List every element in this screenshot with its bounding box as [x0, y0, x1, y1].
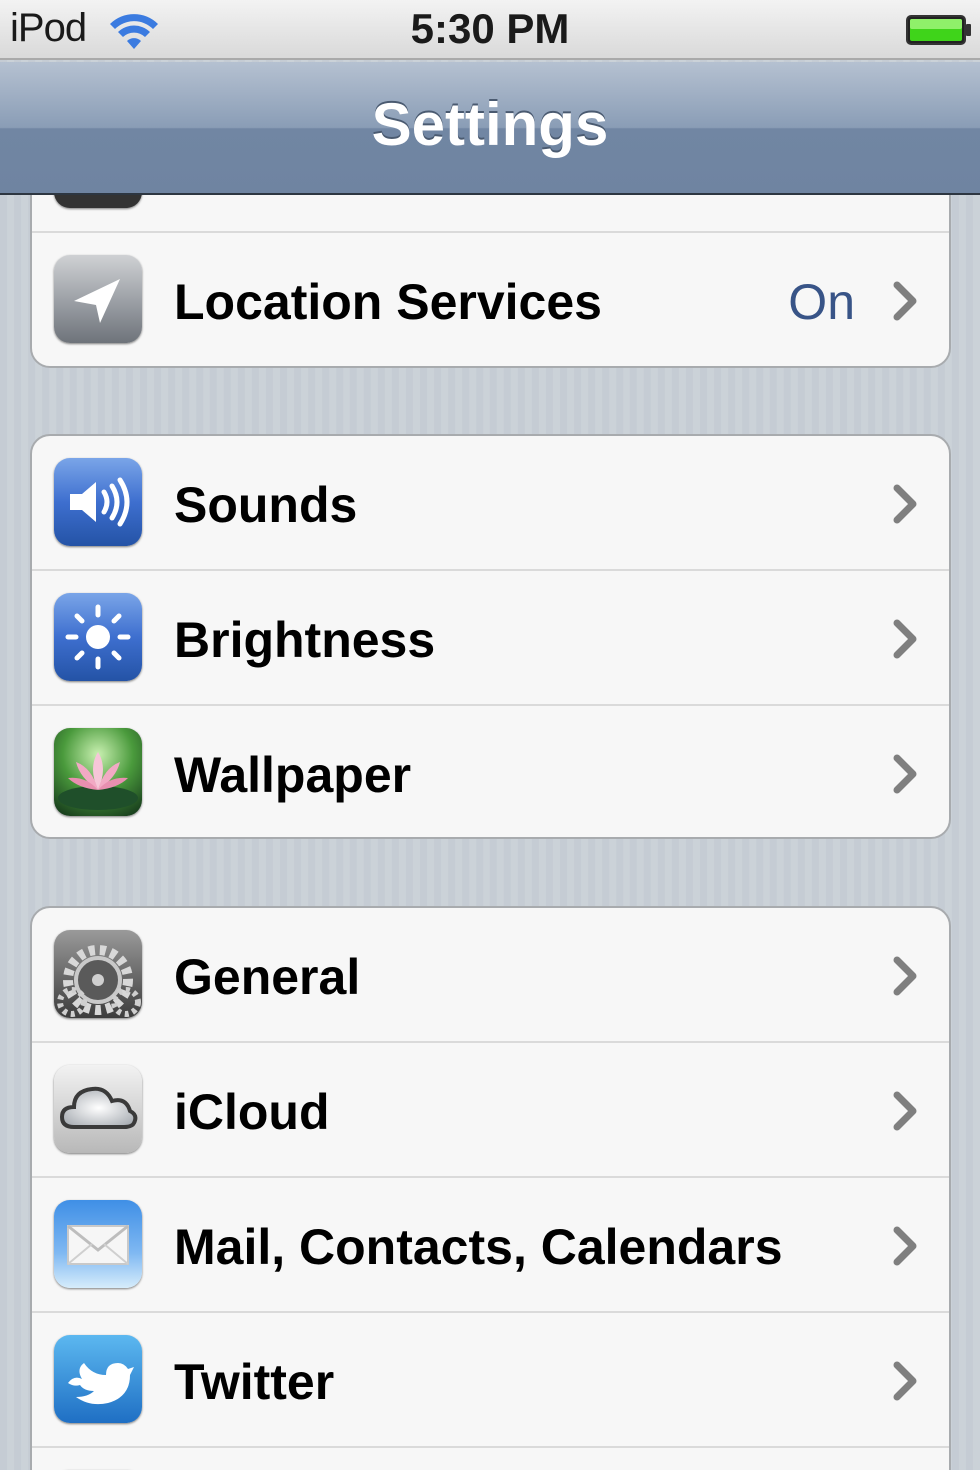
envelope-icon — [54, 1200, 142, 1288]
speaker-icon — [54, 458, 142, 546]
settings-row-sounds[interactable]: Sounds — [32, 436, 949, 571]
settings-group-apps: General iCloud Mail, Contacts, Calendars… — [30, 906, 951, 1470]
settings-row-label: Location Services — [174, 274, 602, 330]
chevron-right-icon — [891, 1361, 919, 1401]
battery-icon — [906, 14, 972, 46]
settings-row-label: Sounds — [174, 477, 358, 533]
settings-row-label: iCloud — [174, 1084, 330, 1140]
settings-row-label: Mail, Contacts, Calendars — [174, 1219, 783, 1275]
settings-row-label: Wallpaper — [174, 747, 412, 803]
settings-row-twitter[interactable]: Twitter — [32, 1313, 949, 1448]
settings-group-display: Sounds Brightness Wallpaper — [30, 434, 951, 839]
settings-row-general[interactable]: General — [32, 908, 949, 1043]
location-arrow-icon — [54, 255, 142, 343]
navigation-bar: Settings — [0, 62, 980, 195]
settings-row-location-services[interactable]: Location Services On — [32, 233, 949, 366]
settings-row-label: Brightness — [174, 612, 436, 668]
settings-row-mail-contacts-calendars[interactable]: Mail, Contacts, Calendars — [32, 1178, 949, 1313]
chevron-right-icon — [891, 281, 919, 321]
settings-row-value: On — [788, 274, 855, 330]
chevron-right-icon — [891, 754, 919, 794]
status-bar: iPod 5:30 PM — [0, 0, 980, 60]
settings-row-label: General — [174, 949, 361, 1005]
cloud-icon — [54, 1065, 142, 1153]
chevron-right-icon — [891, 484, 919, 524]
sun-icon — [54, 593, 142, 681]
page-title: Settings — [371, 91, 609, 158]
chevron-right-icon — [891, 1091, 919, 1131]
settings-row-brightness[interactable]: Brightness — [32, 571, 949, 706]
chevron-right-icon — [891, 956, 919, 996]
clock: 5:30 PM — [410, 5, 570, 52]
gear-icon — [54, 930, 142, 1018]
settings-row-wallpaper[interactable]: Wallpaper — [32, 706, 949, 837]
chevron-right-icon — [891, 1226, 919, 1266]
bird-icon — [54, 1335, 142, 1423]
lotus-flower-icon — [54, 728, 142, 816]
settings-row-partial[interactable] — [32, 1448, 949, 1470]
settings-row-icloud[interactable]: iCloud — [32, 1043, 949, 1178]
settings-row-label: Twitter — [174, 1354, 335, 1410]
chevron-right-icon — [891, 619, 919, 659]
